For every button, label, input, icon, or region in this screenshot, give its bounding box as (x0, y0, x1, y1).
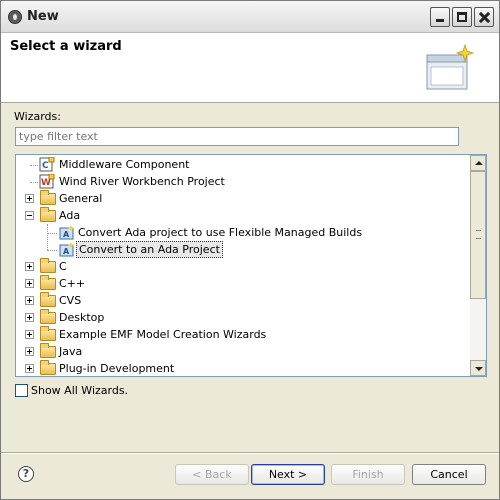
tree-item-convert-flexible-builds[interactable]: A Convert Ada project to use Flexible Ma… (16, 224, 470, 241)
page-title: Select a wizard (10, 39, 122, 54)
tree-item-label: Example EMF Model Creation Wizards (59, 328, 267, 341)
title-bar[interactable]: New (1, 1, 499, 33)
folder-open-icon (40, 207, 56, 222)
expand-icon[interactable] (25, 347, 34, 356)
tree-item-wind-river-project[interactable]: W Wind River Workbench Project (16, 173, 470, 190)
svg-text:C: C (42, 161, 49, 171)
tree-item-label: Ada (59, 209, 81, 222)
wizard-banner-icon (426, 43, 475, 90)
show-all-checkbox[interactable] (15, 384, 28, 397)
tree-item-java[interactable]: Java (16, 343, 470, 360)
expand-icon[interactable] (25, 262, 34, 271)
scroll-thumb[interactable] (470, 171, 486, 299)
collapse-icon[interactable] (25, 211, 34, 220)
maximize-button[interactable] (452, 7, 472, 27)
tree-item-label: C++ (59, 277, 86, 290)
svg-text:A: A (63, 230, 70, 239)
tree-item-label: CVS (59, 294, 82, 307)
expand-icon[interactable] (25, 279, 34, 288)
expand-icon[interactable] (25, 364, 34, 373)
scroll-up-button[interactable] (470, 155, 486, 171)
svg-text:A: A (63, 247, 70, 256)
tree-item-label: General (59, 192, 103, 205)
expand-icon[interactable] (25, 313, 34, 322)
expand-icon[interactable] (25, 194, 34, 203)
tree-item-label: Convert to an Ada Project (76, 241, 223, 258)
tree-item-c[interactable]: C (16, 258, 470, 275)
new-wizard-dialog: New Select a wizard Wizards: C (0, 0, 500, 500)
folder-icon (40, 343, 56, 358)
wizard-header: Select a wizard (1, 33, 499, 103)
tree-item-emf-wizards[interactable]: Example EMF Model Creation Wizards (16, 326, 470, 343)
wind-river-project-icon: W (39, 173, 55, 189)
filter-input[interactable] (15, 127, 459, 146)
tree-item-ada[interactable]: Ada (16, 207, 470, 224)
folder-icon (40, 275, 56, 290)
tree-item-middleware-component[interactable]: C Middleware Component (16, 156, 470, 173)
tree-scrollbar[interactable] (470, 155, 486, 376)
folder-icon (40, 292, 56, 307)
wizard-tree[interactable]: C Middleware Component W Wind River Work… (15, 154, 487, 377)
tree-item-label: C (59, 260, 67, 273)
tree-item-desktop[interactable]: Desktop (16, 309, 470, 326)
tree-item-general[interactable]: General (16, 190, 470, 207)
tree-item-plugin-development[interactable]: Plug-in Development (16, 360, 470, 376)
footer-separator (1, 452, 499, 454)
tree-item-convert-ada-project[interactable]: A Convert to an Ada Project (16, 241, 470, 258)
ada-wizard-icon: A (59, 242, 75, 257)
tree-item-cpp[interactable]: C++ (16, 275, 470, 292)
wizards-label: Wizards: (14, 110, 61, 123)
show-all-label: Show All Wizards. (31, 384, 129, 397)
middleware-component-icon: C (39, 156, 55, 172)
minimize-button[interactable] (430, 7, 450, 27)
tree-item-label: Convert Ada project to use Flexible Mana… (78, 226, 363, 239)
tree-item-cvs[interactable]: CVS (16, 292, 470, 309)
folder-icon (40, 326, 56, 341)
tree-item-label: Desktop (59, 311, 105, 324)
tree-item-label: Middleware Component (59, 158, 190, 171)
help-icon[interactable]: ? (18, 466, 34, 482)
finish-button[interactable]: Finish (331, 464, 405, 485)
tree-item-label: Plug-in Development (59, 362, 175, 375)
expand-icon[interactable] (25, 296, 34, 305)
back-button[interactable]: < Back (175, 464, 249, 485)
expand-icon[interactable] (25, 330, 34, 339)
tree-item-label: Wind River Workbench Project (59, 175, 225, 188)
folder-icon (40, 258, 56, 273)
folder-icon (40, 309, 56, 324)
next-button[interactable]: Next > (251, 464, 325, 485)
eclipse-icon (8, 10, 22, 24)
folder-icon (40, 190, 56, 205)
close-button[interactable] (474, 7, 494, 27)
tree-item-label: Java (59, 345, 83, 358)
window-title: New (27, 9, 59, 24)
cancel-button[interactable]: Cancel (412, 464, 486, 485)
folder-icon (40, 360, 56, 375)
scroll-down-button[interactable] (470, 360, 486, 376)
ada-wizard-icon: A (59, 225, 75, 240)
